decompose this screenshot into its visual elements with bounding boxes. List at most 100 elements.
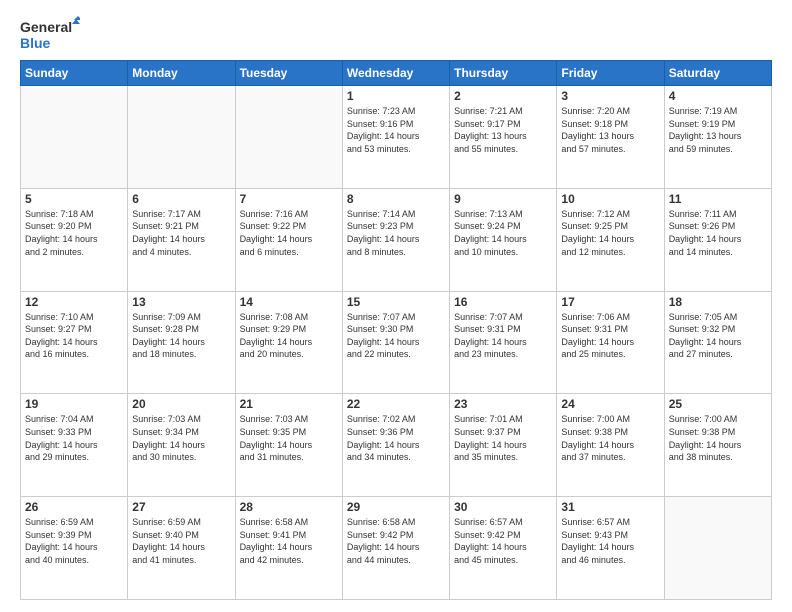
day-cell-empty [21,86,128,189]
day-info: Sunrise: 7:02 AMSunset: 9:36 PMDaylight:… [347,413,445,463]
day-cell-8: 8 Sunrise: 7:14 AMSunset: 9:23 PMDaylight… [342,188,449,291]
day-cell-27: 27 Sunrise: 6:59 AMSunset: 9:40 PMDayligh… [128,497,235,600]
day-cell-16: 16 Sunrise: 7:07 AMSunset: 9:31 PMDayligh… [450,291,557,394]
day-info: Sunrise: 7:21 AMSunset: 9:17 PMDaylight:… [454,105,552,155]
day-cell-26: 26 Sunrise: 6:59 AMSunset: 9:39 PMDayligh… [21,497,128,600]
day-cell-14: 14Sunrise: 7:08 AMSunset: 9:29 PMDayligh… [235,291,342,394]
day-cell-7: 7 Sunrise: 7:16 AMSunset: 9:22 PMDaylight… [235,188,342,291]
week-row-5: 26 Sunrise: 6:59 AMSunset: 9:39 PMDayligh… [21,497,772,600]
day-info: Sunrise: 6:57 AMSunset: 9:43 PMDaylight:… [561,516,659,566]
day-info: Sunrise: 7:13 AMSunset: 9:24 PMDaylight:… [454,208,552,258]
day-number: 8 [347,192,445,206]
day-info: Sunrise: 7:17 AMSunset: 9:21 PMDaylight:… [132,208,230,258]
day-cell-20: 20 Sunrise: 7:03 AMSunset: 9:34 PMDayligh… [128,394,235,497]
day-cell-11: 11Sunrise: 7:11 AMSunset: 9:26 PMDayligh… [664,188,771,291]
day-number: 7 [240,192,338,206]
week-row-4: 19Sunrise: 7:04 AMSunset: 9:33 PMDayligh… [21,394,772,497]
day-info: Sunrise: 6:58 AMSunset: 9:41 PMDaylight:… [240,516,338,566]
week-row-3: 12 Sunrise: 7:10 AMSunset: 9:27 PMDayligh… [21,291,772,394]
day-number: 25 [669,397,767,411]
day-info: Sunrise: 7:07 AMSunset: 9:30 PMDaylight:… [347,311,445,361]
header-tuesday: Tuesday [235,61,342,86]
day-info: Sunrise: 7:16 AMSunset: 9:22 PMDaylight:… [240,208,338,258]
day-cell-17: 17Sunrise: 7:06 AMSunset: 9:31 PMDayligh… [557,291,664,394]
day-info: Sunrise: 7:07 AMSunset: 9:31 PMDaylight:… [454,311,552,361]
day-cell-18: 18 Sunrise: 7:05 AMSunset: 9:32 PMDayligh… [664,291,771,394]
day-cell-28: 28 Sunrise: 6:58 AMSunset: 9:41 PMDayligh… [235,497,342,600]
day-info: Sunrise: 7:09 AMSunset: 9:28 PMDaylight:… [132,311,230,361]
day-info: Sunrise: 7:08 AMSunset: 9:29 PMDaylight:… [240,311,338,361]
day-info: Sunrise: 7:18 AMSunset: 9:20 PMDaylight:… [25,208,123,258]
day-number: 31 [561,500,659,514]
day-number: 4 [669,89,767,103]
day-cell-3: 3Sunrise: 7:20 AMSunset: 9:18 PMDaylight… [557,86,664,189]
header-wednesday: Wednesday [342,61,449,86]
day-number: 28 [240,500,338,514]
header-friday: Friday [557,61,664,86]
day-info: Sunrise: 7:03 AMSunset: 9:34 PMDaylight:… [132,413,230,463]
day-number: 9 [454,192,552,206]
header-thursday: Thursday [450,61,557,86]
day-info: Sunrise: 7:01 AMSunset: 9:37 PMDaylight:… [454,413,552,463]
day-number: 15 [347,295,445,309]
day-info: Sunrise: 7:04 AMSunset: 9:33 PMDaylight:… [25,413,123,463]
day-number: 12 [25,295,123,309]
day-number: 20 [132,397,230,411]
day-number: 10 [561,192,659,206]
day-number: 27 [132,500,230,514]
day-cell-6: 6Sunrise: 7:17 AMSunset: 9:21 PMDaylight… [128,188,235,291]
day-number: 21 [240,397,338,411]
day-cell-1: 1 Sunrise: 7:23 AMSunset: 9:16 PMDaylight… [342,86,449,189]
day-cell-2: 2 Sunrise: 7:21 AMSunset: 9:17 PMDaylight… [450,86,557,189]
day-cell-4: 4 Sunrise: 7:19 AMSunset: 9:19 PMDaylight… [664,86,771,189]
logo-svg: General Blue [20,16,80,52]
day-info: Sunrise: 6:57 AMSunset: 9:42 PMDaylight:… [454,516,552,566]
day-info: Sunrise: 7:11 AMSunset: 9:26 PMDaylight:… [669,208,767,258]
day-cell-23: 23 Sunrise: 7:01 AMSunset: 9:37 PMDayligh… [450,394,557,497]
day-info: Sunrise: 7:23 AMSunset: 9:16 PMDaylight:… [347,105,445,155]
day-info: Sunrise: 7:05 AMSunset: 9:32 PMDaylight:… [669,311,767,361]
day-cell-22: 22 Sunrise: 7:02 AMSunset: 9:36 PMDayligh… [342,394,449,497]
day-number: 2 [454,89,552,103]
day-number: 23 [454,397,552,411]
day-cell-5: 5 Sunrise: 7:18 AMSunset: 9:20 PMDaylight… [21,188,128,291]
day-cell-31: 31 Sunrise: 6:57 AMSunset: 9:43 PMDayligh… [557,497,664,600]
day-info: Sunrise: 6:59 AMSunset: 9:39 PMDaylight:… [25,516,123,566]
day-info: Sunrise: 6:59 AMSunset: 9:40 PMDaylight:… [132,516,230,566]
day-number: 29 [347,500,445,514]
week-row-2: 5 Sunrise: 7:18 AMSunset: 9:20 PMDaylight… [21,188,772,291]
day-info: Sunrise: 6:58 AMSunset: 9:42 PMDaylight:… [347,516,445,566]
header-monday: Monday [128,61,235,86]
day-info: Sunrise: 7:14 AMSunset: 9:23 PMDaylight:… [347,208,445,258]
day-info: Sunrise: 7:10 AMSunset: 9:27 PMDaylight:… [25,311,123,361]
day-number: 18 [669,295,767,309]
day-number: 26 [25,500,123,514]
header: General Blue [20,16,772,52]
day-info: Sunrise: 7:19 AMSunset: 9:19 PMDaylight:… [669,105,767,155]
day-cell-21: 21Sunrise: 7:03 AMSunset: 9:35 PMDayligh… [235,394,342,497]
svg-text:Blue: Blue [20,35,51,51]
day-cell-25: 25 Sunrise: 7:00 AMSunset: 9:38 PMDayligh… [664,394,771,497]
day-number: 1 [347,89,445,103]
header-saturday: Saturday [664,61,771,86]
day-info: Sunrise: 7:12 AMSunset: 9:25 PMDaylight:… [561,208,659,258]
day-number: 17 [561,295,659,309]
day-cell-29: 29 Sunrise: 6:58 AMSunset: 9:42 PMDayligh… [342,497,449,600]
page: General Blue SundayMondayTuesdayWednesda… [0,0,792,612]
header-sunday: Sunday [21,61,128,86]
day-number: 5 [25,192,123,206]
day-number: 13 [132,295,230,309]
day-info: Sunrise: 7:00 AMSunset: 9:38 PMDaylight:… [669,413,767,463]
day-number: 16 [454,295,552,309]
day-number: 22 [347,397,445,411]
day-cell-30: 30 Sunrise: 6:57 AMSunset: 9:42 PMDayligh… [450,497,557,600]
day-cell-15: 15 Sunrise: 7:07 AMSunset: 9:30 PMDayligh… [342,291,449,394]
day-number: 24 [561,397,659,411]
day-cell-empty [664,497,771,600]
day-cell-empty [128,86,235,189]
day-cell-9: 9 Sunrise: 7:13 AMSunset: 9:24 PMDaylight… [450,188,557,291]
day-number: 30 [454,500,552,514]
day-number: 3 [561,89,659,103]
day-info: Sunrise: 7:00 AMSunset: 9:38 PMDaylight:… [561,413,659,463]
day-cell-12: 12 Sunrise: 7:10 AMSunset: 9:27 PMDayligh… [21,291,128,394]
